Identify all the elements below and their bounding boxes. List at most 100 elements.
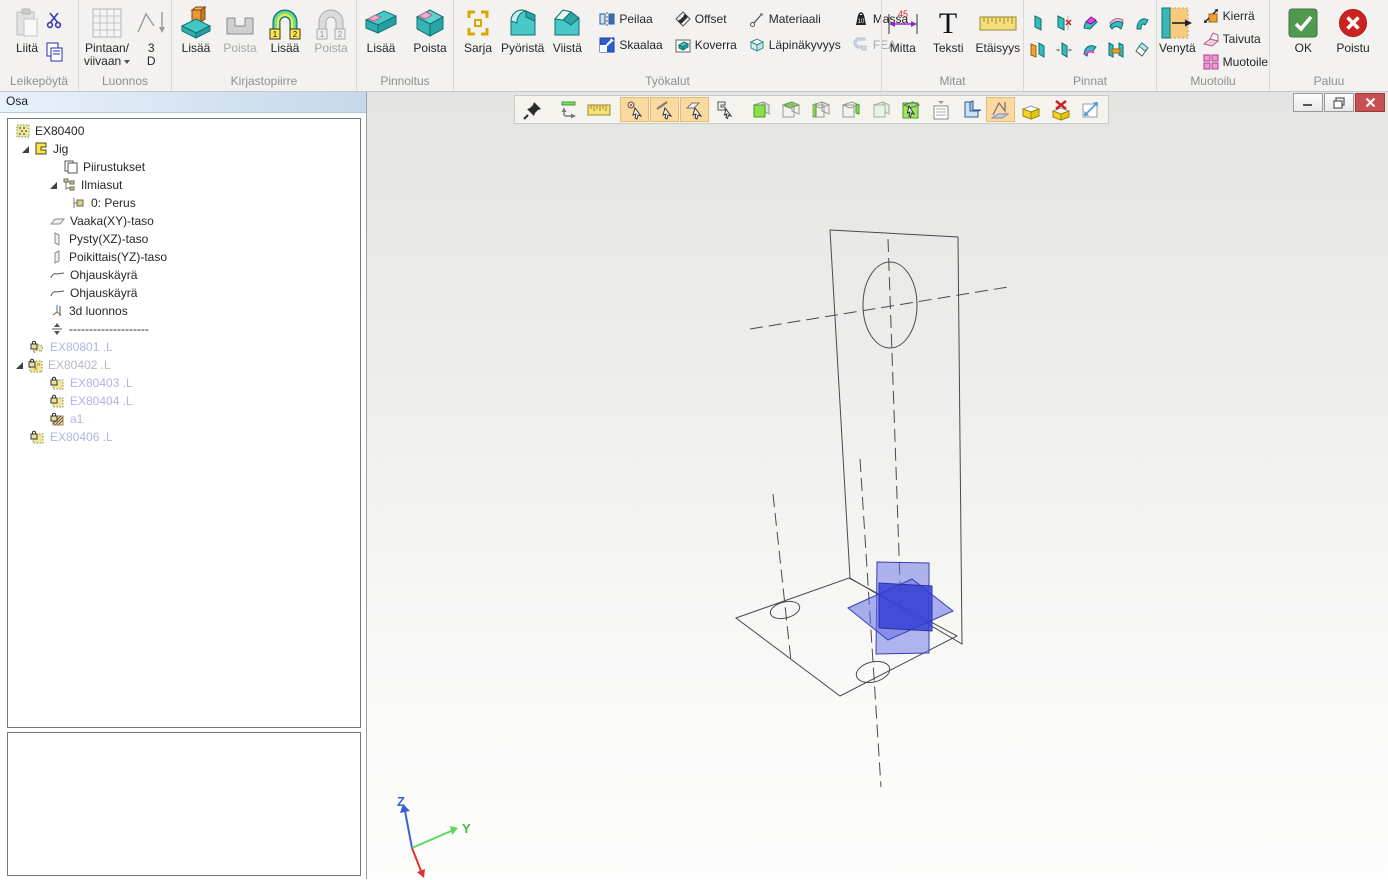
mirror-button[interactable]: Peilaa [597, 9, 664, 29]
group-surfaces: Pinnat [1023, 0, 1156, 91]
coating-remove-button[interactable]: Poista [410, 3, 450, 56]
model-viewport[interactable]: Z Y X [366, 92, 1388, 879]
view-top-face-button[interactable] [776, 97, 805, 122]
tree-item-ex80406[interactable]: EX80406 .L [8, 428, 360, 446]
view-left-face-button[interactable] [806, 97, 835, 122]
close-button[interactable] [1355, 93, 1385, 112]
tree-item-instances[interactable]: Ilmiasut [8, 176, 360, 194]
tree-item-a1[interactable]: a1 [8, 410, 360, 428]
expander-icon[interactable] [22, 146, 29, 153]
select-solid-button[interactable] [896, 97, 925, 122]
feature-tree[interactable]: EX80400 Jig Piirustukset Ilmiasut 0: Per… [7, 118, 361, 728]
surface-layers-button[interactable] [1104, 11, 1129, 35]
text-button[interactable]: T Teksti [930, 3, 967, 56]
surface-create-button[interactable] [1026, 11, 1051, 35]
svg-text:1: 1 [320, 30, 325, 39]
surface-delete-button[interactable] [1052, 11, 1077, 35]
group-return: OK Poistu Paluu [1269, 0, 1388, 91]
library-add-icon [179, 4, 213, 42]
tree-item-plane-xz[interactable]: Pysty(XZ)-taso [8, 230, 360, 248]
surface-erase-button[interactable] [1130, 38, 1155, 62]
distance-button[interactable]: Etäisyys [973, 3, 1024, 56]
round-button[interactable]: Pyöristä [498, 3, 547, 56]
library-add-pair-button[interactable]: 12 Lisää [264, 3, 306, 56]
surface-flip-button[interactable] [1078, 38, 1103, 62]
sketch-on-surface-label-2: viivaan [84, 54, 121, 68]
view-ghost-button[interactable] [866, 97, 895, 122]
stretch-button[interactable]: Venytä [1156, 3, 1199, 56]
dimension-button[interactable]: 45 Mitta [882, 3, 924, 56]
restore-button[interactable] [1324, 93, 1354, 112]
ruler-button[interactable] [584, 97, 613, 122]
sheet-menu-button[interactable] [926, 97, 955, 122]
library-remove-pair-button[interactable]: 12 Poista [310, 3, 352, 56]
series-button[interactable]: Sarja [458, 3, 498, 56]
group-box-button[interactable] [1016, 97, 1045, 122]
tree-item-ex80801[interactable]: EX80801 .L [8, 338, 360, 356]
profile-button[interactable] [956, 97, 985, 122]
model-canvas[interactable]: Z Y X [367, 92, 1383, 879]
select-face-button[interactable] [680, 97, 709, 122]
hollow-button[interactable]: Koverra [673, 35, 739, 55]
surface-bend-button[interactable] [1130, 11, 1155, 35]
offset-button[interactable]: Offset [673, 9, 739, 29]
tree-item-drawings[interactable]: Piirustukset [8, 158, 360, 176]
coating-add-button[interactable]: Lisää [360, 3, 402, 56]
move-axis-button[interactable] [554, 97, 583, 122]
scale-button[interactable]: Skaalaa [597, 35, 664, 55]
group-box-icon [1020, 99, 1042, 121]
transparency-button[interactable]: Läpinäkyvyys [747, 35, 843, 55]
minimize-button[interactable] [1293, 93, 1323, 112]
distance-label: Etäisyys [976, 42, 1021, 55]
pushpin-button[interactable] [518, 97, 547, 122]
tree-item-instance-perus[interactable]: 0: Perus [8, 194, 360, 212]
coating-remove-icon [413, 4, 447, 42]
tree-item-ex80400[interactable]: EX80400 [8, 122, 360, 140]
group-box-delete-button[interactable] [1046, 97, 1075, 122]
tree-item-plane-xy[interactable]: Vaaka(XY)-taso [8, 212, 360, 230]
material-button[interactable]: Materiaali [747, 9, 843, 29]
tree-item-guide-curve-2[interactable]: Ohjauskäyrä [8, 284, 360, 302]
library-add-button[interactable]: Lisää [176, 3, 216, 56]
sketch-on-surface-button[interactable]: Pintaan/ viivaan [81, 3, 133, 69]
plane-xz-icon [50, 232, 64, 246]
ok-button[interactable]: OK [1285, 3, 1321, 56]
datum-plane-front[interactable] [879, 583, 932, 631]
tree-item-separator[interactable]: -------------------- [8, 320, 360, 338]
expander-icon[interactable] [50, 182, 57, 189]
chamfer-button[interactable]: Viistä [547, 3, 587, 56]
paste-button[interactable]: Liitä [11, 3, 43, 56]
tree-item-guide-curve-1[interactable]: Ohjauskäyrä [8, 266, 360, 284]
group-label-return: Paluu [1270, 73, 1388, 91]
rotate-button[interactable]: Kierrä [1201, 6, 1270, 26]
surface-layers-icon [1107, 14, 1125, 32]
distance-ruler-icon [978, 4, 1018, 42]
tree-item-ex80402[interactable]: EX80402 .L [8, 356, 360, 374]
exit-button[interactable]: Poistu [1333, 3, 1372, 56]
library-remove-button[interactable]: Poista [220, 3, 260, 56]
tree-item-ex80403[interactable]: EX80403 .L [8, 374, 360, 392]
profile-icon [960, 99, 982, 121]
bend-button[interactable]: Taivuta [1201, 29, 1270, 49]
surface-patch-button[interactable] [1078, 11, 1103, 35]
tree-item-3d-sketch[interactable]: 3d luonnos [8, 302, 360, 320]
model-hole-base-1[interactable] [769, 599, 802, 622]
view-shaded-button[interactable] [746, 97, 775, 122]
select-point-button[interactable] [620, 97, 649, 122]
copy-button[interactable] [43, 39, 67, 65]
view-right-face-button[interactable] [836, 97, 865, 122]
select-edge-button[interactable] [650, 97, 679, 122]
plane-curve-button[interactable] [986, 97, 1015, 122]
surface-move-button[interactable] [1052, 38, 1077, 62]
tree-item-ex80404[interactable]: EX80404 .L [8, 392, 360, 410]
surface-join-button[interactable] [1104, 38, 1129, 62]
surface-pair-button[interactable] [1026, 38, 1051, 62]
cut-button[interactable] [43, 7, 67, 33]
select-feature-button[interactable] [710, 97, 739, 122]
sketch-3d-button[interactable]: 3 D [133, 3, 169, 69]
expand-view-button[interactable] [1076, 97, 1105, 122]
tree-item-plane-yz[interactable]: Poikittais(YZ)-taso [8, 248, 360, 266]
expander-icon[interactable] [16, 362, 23, 369]
shape-button[interactable]: Muotoile [1201, 52, 1270, 72]
tree-item-jig[interactable]: Jig [8, 140, 360, 158]
